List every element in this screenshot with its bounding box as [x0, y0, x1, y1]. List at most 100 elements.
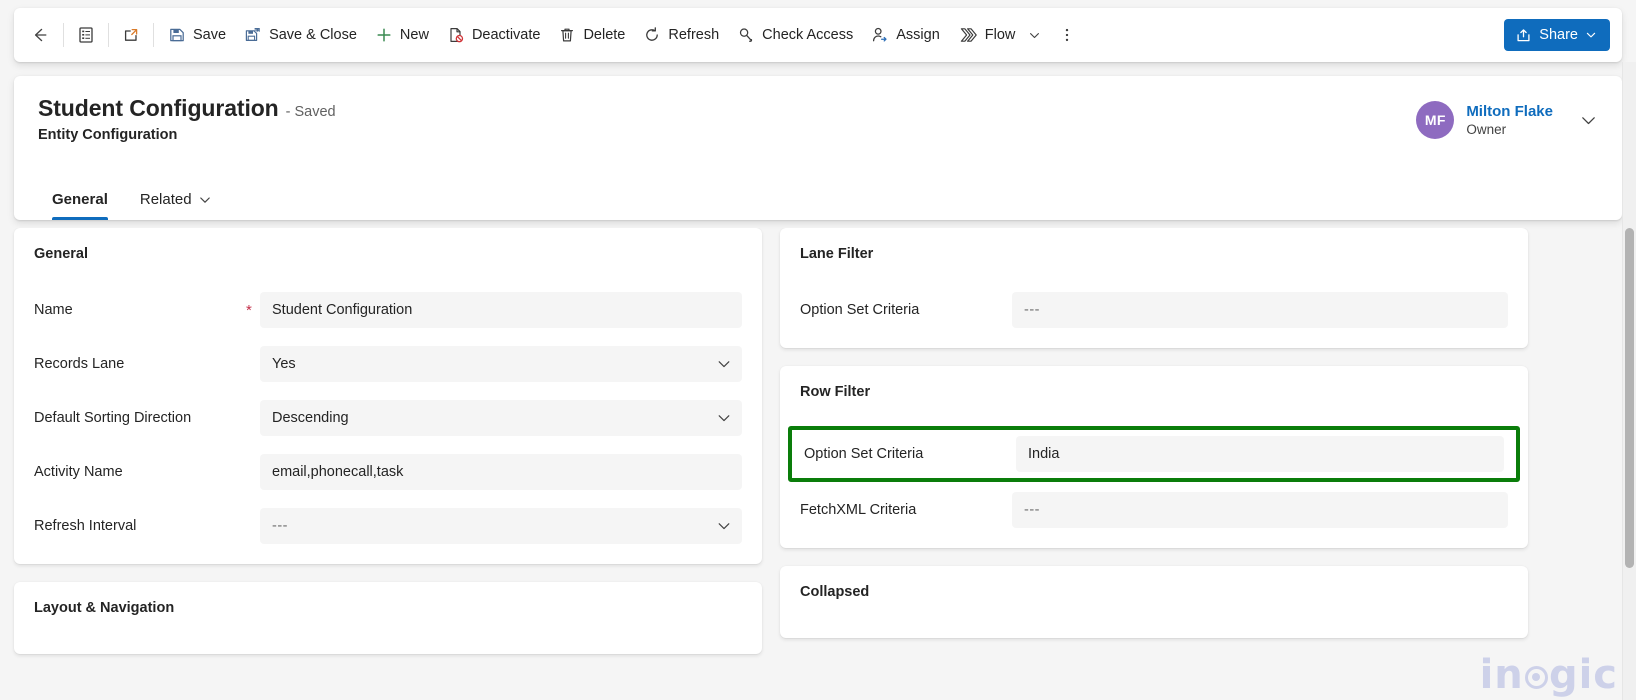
delete-button[interactable]: Delete [549, 17, 634, 53]
refresh-icon [643, 26, 661, 44]
key-icon [737, 26, 755, 44]
section-row-filter: Row Filter Option Set Criteria India Fet… [780, 366, 1528, 548]
refresh-button[interactable]: Refresh [634, 17, 728, 53]
field-lane-option-set-criteria-value: --- [1024, 301, 1040, 318]
record-header: Student Configuration - Saved Entity Con… [14, 76, 1622, 220]
default-sorting-chevron-down-icon [716, 410, 732, 426]
command-bar-left-group: Save Save & Close New Deactivate Delete … [22, 17, 1504, 53]
field-refresh-interval-value: --- [272, 517, 288, 534]
save-button[interactable]: Save [159, 17, 235, 53]
owner-field[interactable]: MF Milton Flake Owner [1416, 101, 1598, 139]
field-default-sorting-direction-select[interactable]: Descending [260, 400, 742, 436]
field-activity-name: Activity Name email,phonecall,task [34, 450, 742, 494]
flow-button[interactable]: Flow [949, 17, 1051, 53]
field-default-sorting-direction: Default Sorting Direction Descending [34, 396, 742, 440]
more-commands-button[interactable] [1050, 17, 1084, 53]
owner-name-link[interactable]: Milton Flake [1466, 103, 1553, 120]
field-default-sorting-direction-value: Descending [272, 409, 349, 426]
ellipsis-vertical-icon [1058, 26, 1076, 44]
command-divider-1 [63, 23, 64, 47]
form-columns: General Name * Student Configuration Rec… [0, 228, 1626, 654]
tab-related[interactable]: Related [126, 183, 226, 220]
popout-icon [122, 26, 140, 44]
app-root: Save Save & Close New Deactivate Delete … [0, 0, 1636, 700]
owner-chevron-down-icon[interactable] [1579, 111, 1598, 130]
back-button[interactable] [22, 17, 58, 53]
deactivate-button-label: Deactivate [471, 27, 541, 43]
vertical-scrollbar-thumb[interactable] [1625, 228, 1634, 568]
section-layout-navigation-title: Layout & Navigation [34, 600, 175, 616]
save-and-close-button[interactable]: Save & Close [235, 17, 366, 53]
field-lane-option-set-criteria: Option Set Criteria --- [800, 288, 1508, 332]
tab-general[interactable]: General [38, 183, 122, 220]
assign-button[interactable]: Assign [862, 17, 949, 53]
field-activity-name-value: email,phonecall,task [272, 463, 404, 480]
new-button[interactable]: New [366, 17, 438, 53]
field-records-lane-value: Yes [272, 355, 296, 372]
field-records-lane: Records Lane Yes [34, 342, 742, 386]
new-button-label: New [399, 27, 429, 43]
save-status-text: - Saved [285, 104, 336, 120]
tab-related-chevron-down-icon [198, 193, 212, 207]
check-access-button[interactable]: Check Access [728, 17, 862, 53]
deactivate-button[interactable]: Deactivate [438, 17, 550, 53]
field-records-lane-label: Records Lane [34, 356, 125, 372]
field-lane-option-set-criteria-input[interactable]: --- [1012, 292, 1508, 328]
section-collapsed: Collapsed [780, 566, 1528, 638]
tab-related-label: Related [139, 191, 192, 208]
field-activity-name-input[interactable]: email,phonecall,task [260, 454, 742, 490]
share-button-label: Share [1539, 27, 1578, 43]
field-name-value: Student Configuration [272, 301, 413, 318]
tab-general-label: General [52, 191, 108, 208]
field-row-option-set-criteria: Option Set Criteria India [788, 426, 1520, 482]
field-name: Name * Student Configuration [34, 288, 742, 332]
delete-button-label: Delete [583, 27, 626, 43]
form-column-left: General Name * Student Configuration Rec… [14, 228, 762, 654]
entity-name-label: Entity Configuration [38, 127, 178, 143]
field-refresh-interval: Refresh Interval --- [34, 504, 742, 548]
records-lane-chevron-down-icon [716, 356, 732, 372]
field-row-option-set-criteria-value: India [1028, 445, 1060, 462]
field-refresh-interval-label: Refresh Interval [34, 518, 137, 534]
flow-icon [958, 26, 978, 44]
form-selector-button[interactable] [69, 17, 103, 53]
field-row-option-set-criteria-input[interactable]: India [1016, 436, 1504, 472]
open-in-new-window-button[interactable] [114, 17, 148, 53]
owner-role-label: Owner [1466, 122, 1507, 137]
share-chevron-down-icon [1585, 29, 1597, 41]
save-button-label: Save [193, 27, 227, 43]
back-arrow-icon [30, 25, 50, 45]
refresh-button-label: Refresh [668, 27, 720, 43]
vertical-scrollbar-track[interactable] [1622, 62, 1636, 700]
form-body: General Name * Student Configuration Rec… [0, 228, 1636, 700]
field-fetchxml-criteria-input[interactable]: --- [1012, 492, 1508, 528]
save-icon [168, 26, 186, 44]
share-icon [1515, 27, 1532, 44]
field-name-required-asterisk: * [246, 301, 252, 319]
form-tab-list: General Related [38, 183, 226, 220]
field-default-sorting-direction-label: Default Sorting Direction [34, 410, 192, 426]
section-general-title: General [34, 246, 88, 262]
field-fetchxml-criteria-label: FetchXML Criteria [800, 502, 917, 518]
section-layout-navigation: Layout & Navigation [14, 582, 762, 654]
section-general: General Name * Student Configuration Rec… [14, 228, 762, 564]
deactivate-icon [447, 26, 465, 44]
save-and-close-button-label: Save & Close [269, 27, 357, 43]
command-divider-2 [108, 23, 109, 47]
share-button[interactable]: Share [1504, 19, 1610, 51]
check-access-button-label: Check Access [762, 27, 854, 43]
flow-button-label: Flow [984, 27, 1016, 43]
field-fetchxml-criteria-value: --- [1024, 501, 1040, 518]
avatar: MF [1416, 101, 1455, 139]
section-lane-filter-title: Lane Filter [800, 246, 874, 262]
refresh-interval-chevron-down-icon [716, 518, 732, 534]
page-title: Student Configuration [38, 95, 279, 121]
section-row-filter-title: Row Filter [800, 384, 871, 400]
command-divider-3 [153, 23, 154, 47]
field-records-lane-select[interactable]: Yes [260, 346, 742, 382]
field-refresh-interval-select[interactable]: --- [260, 508, 742, 544]
trash-icon [558, 26, 576, 44]
form-column-right: Lane Filter Option Set Criteria --- Row … [780, 228, 1528, 654]
section-collapsed-title: Collapsed [800, 584, 870, 600]
field-name-input[interactable]: Student Configuration [260, 292, 742, 328]
